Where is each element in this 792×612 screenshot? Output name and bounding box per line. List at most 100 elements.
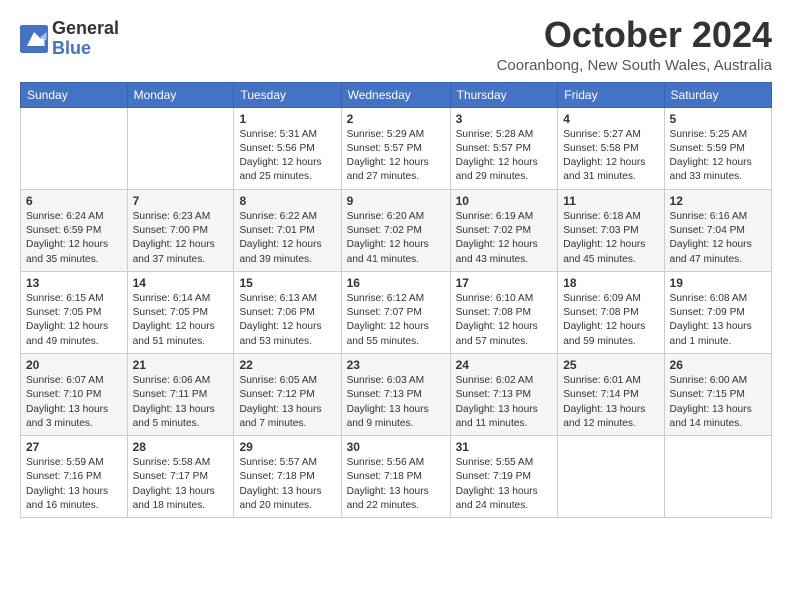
day-detail: Sunrise: 6:02 AM Sunset: 7:13 PM Dayligh… xyxy=(456,374,553,431)
calendar-cell: 27Sunrise: 5:59 AM Sunset: 7:16 PM Dayli… xyxy=(21,436,128,518)
month-title: October 2024 xyxy=(497,15,772,55)
day-number: 19 xyxy=(670,276,766,290)
day-detail: Sunrise: 6:03 AM Sunset: 7:13 PM Dayligh… xyxy=(347,374,445,431)
calendar-table: Sunday Monday Tuesday Wednesday Thursday… xyxy=(20,82,772,519)
week-row-2: 6 Sunrise: 6:24 AM Sunset: 6:59 PM Daylig… xyxy=(21,189,772,271)
logo-text: General Blue xyxy=(52,19,119,59)
col-saturday: Saturday xyxy=(664,82,771,107)
day-detail: Sunrise: 6:23 AM Sunset: 7:00 PM Dayligh… xyxy=(133,210,229,267)
calendar-cell: 11Sunrise: 6:18 AM Sunset: 7:03 PM Dayli… xyxy=(558,189,664,271)
logo: General Blue xyxy=(20,19,119,59)
calendar-cell: 28 Sunrise: 5:58 AM Sunset: 7:17 PM Dayli… xyxy=(127,436,234,518)
day-number: 4 xyxy=(563,112,658,126)
day-detail: Sunrise: 6:16 AM Sunset: 7:04 PM Dayligh… xyxy=(670,210,766,267)
calendar-cell: 24 Sunrise: 6:02 AM Sunset: 7:13 PM Dayli… xyxy=(450,353,558,435)
calendar-cell: 20 Sunrise: 6:07 AM Sunset: 7:10 PM Dayli… xyxy=(21,353,128,435)
day-number: 30 xyxy=(347,440,445,454)
day-detail: Sunrise: 5:57 AM Sunset: 7:18 PM Dayligh… xyxy=(239,456,335,513)
day-detail: Sunrise: 5:27 AM Sunset: 5:58 PM Dayligh… xyxy=(563,128,658,185)
col-friday: Friday xyxy=(558,82,664,107)
day-number: 29 xyxy=(239,440,335,454)
day-number: 3 xyxy=(456,112,553,126)
day-detail: Sunrise: 6:15 AM Sunset: 7:05 PM Dayligh… xyxy=(26,292,122,349)
day-number: 1 xyxy=(239,112,335,126)
col-thursday: Thursday xyxy=(450,82,558,107)
calendar-cell: 12 Sunrise: 6:16 AM Sunset: 7:04 PM Dayli… xyxy=(664,189,771,271)
title-area: October 2024 Cooranbong, New South Wales… xyxy=(497,15,772,74)
col-monday: Monday xyxy=(127,82,234,107)
day-detail: Sunrise: 6:22 AM Sunset: 7:01 PM Dayligh… xyxy=(239,210,335,267)
calendar-cell: 10 Sunrise: 6:19 AM Sunset: 7:02 PM Dayli… xyxy=(450,189,558,271)
calendar-cell: 23 Sunrise: 6:03 AM Sunset: 7:13 PM Dayli… xyxy=(341,353,450,435)
col-wednesday: Wednesday xyxy=(341,82,450,107)
day-detail: Sunrise: 6:14 AM Sunset: 7:05 PM Dayligh… xyxy=(133,292,229,349)
day-detail: Sunrise: 5:29 AM Sunset: 5:57 PM Dayligh… xyxy=(347,128,445,185)
calendar-cell: 29 Sunrise: 5:57 AM Sunset: 7:18 PM Dayli… xyxy=(234,436,341,518)
calendar-cell: 1 Sunrise: 5:31 AM Sunset: 5:56 PM Daylig… xyxy=(234,107,341,189)
calendar-cell: 26 Sunrise: 6:00 AM Sunset: 7:15 PM Dayli… xyxy=(664,353,771,435)
day-number: 13 xyxy=(26,276,122,290)
calendar-cell xyxy=(127,107,234,189)
day-detail: Sunrise: 6:20 AM Sunset: 7:02 PM Dayligh… xyxy=(347,210,445,267)
day-number: 25 xyxy=(563,358,658,372)
day-detail: Sunrise: 5:56 AM Sunset: 7:18 PM Dayligh… xyxy=(347,456,445,513)
day-detail: Sunrise: 5:55 AM Sunset: 7:19 PM Dayligh… xyxy=(456,456,553,513)
calendar-cell: 6 Sunrise: 6:24 AM Sunset: 6:59 PM Daylig… xyxy=(21,189,128,271)
calendar-cell: 31Sunrise: 5:55 AM Sunset: 7:19 PM Dayli… xyxy=(450,436,558,518)
calendar-cell: 5 Sunrise: 5:25 AM Sunset: 5:59 PM Daylig… xyxy=(664,107,771,189)
day-number: 15 xyxy=(239,276,335,290)
calendar-cell: 3Sunrise: 5:28 AM Sunset: 5:57 PM Daylig… xyxy=(450,107,558,189)
calendar-cell: 18 Sunrise: 6:09 AM Sunset: 7:08 PM Dayli… xyxy=(558,271,664,353)
day-detail: Sunrise: 6:19 AM Sunset: 7:02 PM Dayligh… xyxy=(456,210,553,267)
calendar-cell: 2 Sunrise: 5:29 AM Sunset: 5:57 PM Daylig… xyxy=(341,107,450,189)
day-number: 5 xyxy=(670,112,766,126)
calendar-cell: 22Sunrise: 6:05 AM Sunset: 7:12 PM Dayli… xyxy=(234,353,341,435)
day-detail: Sunrise: 6:07 AM Sunset: 7:10 PM Dayligh… xyxy=(26,374,122,431)
calendar-cell: 8 Sunrise: 6:22 AM Sunset: 7:01 PM Daylig… xyxy=(234,189,341,271)
day-number: 16 xyxy=(347,276,445,290)
day-detail: Sunrise: 6:09 AM Sunset: 7:08 PM Dayligh… xyxy=(563,292,658,349)
day-number: 10 xyxy=(456,194,553,208)
logo-icon xyxy=(20,25,48,53)
day-number: 23 xyxy=(347,358,445,372)
calendar-cell xyxy=(21,107,128,189)
calendar-cell xyxy=(558,436,664,518)
day-detail: Sunrise: 5:59 AM Sunset: 7:16 PM Dayligh… xyxy=(26,456,122,513)
day-detail: Sunrise: 6:00 AM Sunset: 7:15 PM Dayligh… xyxy=(670,374,766,431)
day-detail: Sunrise: 6:06 AM Sunset: 7:11 PM Dayligh… xyxy=(133,374,229,431)
day-number: 11 xyxy=(563,194,658,208)
week-row-5: 27Sunrise: 5:59 AM Sunset: 7:16 PM Dayli… xyxy=(21,436,772,518)
day-detail: Sunrise: 6:12 AM Sunset: 7:07 PM Dayligh… xyxy=(347,292,445,349)
day-detail: Sunrise: 5:25 AM Sunset: 5:59 PM Dayligh… xyxy=(670,128,766,185)
day-number: 18 xyxy=(563,276,658,290)
day-number: 28 xyxy=(133,440,229,454)
calendar-cell: 9Sunrise: 6:20 AM Sunset: 7:02 PM Daylig… xyxy=(341,189,450,271)
page: General Blue October 2024 Cooranbong, Ne… xyxy=(0,0,792,528)
location-subtitle: Cooranbong, New South Wales, Australia xyxy=(497,57,772,74)
day-detail: Sunrise: 6:24 AM Sunset: 6:59 PM Dayligh… xyxy=(26,210,122,267)
day-detail: Sunrise: 5:58 AM Sunset: 7:17 PM Dayligh… xyxy=(133,456,229,513)
day-detail: Sunrise: 6:08 AM Sunset: 7:09 PM Dayligh… xyxy=(670,292,766,349)
week-row-3: 13 Sunrise: 6:15 AM Sunset: 7:05 PM Dayli… xyxy=(21,271,772,353)
calendar-cell: 7Sunrise: 6:23 AM Sunset: 7:00 PM Daylig… xyxy=(127,189,234,271)
day-number: 8 xyxy=(239,194,335,208)
calendar-cell: 19 Sunrise: 6:08 AM Sunset: 7:09 PM Dayli… xyxy=(664,271,771,353)
calendar-cell xyxy=(664,436,771,518)
day-number: 24 xyxy=(456,358,553,372)
week-row-1: 1 Sunrise: 5:31 AM Sunset: 5:56 PM Daylig… xyxy=(21,107,772,189)
calendar-cell: 14Sunrise: 6:14 AM Sunset: 7:05 PM Dayli… xyxy=(127,271,234,353)
day-number: 20 xyxy=(26,358,122,372)
col-sunday: Sunday xyxy=(21,82,128,107)
day-number: 21 xyxy=(133,358,229,372)
day-number: 22 xyxy=(239,358,335,372)
day-detail: Sunrise: 5:31 AM Sunset: 5:56 PM Dayligh… xyxy=(239,128,335,185)
day-detail: Sunrise: 6:01 AM Sunset: 7:14 PM Dayligh… xyxy=(563,374,658,431)
calendar-cell: 21 Sunrise: 6:06 AM Sunset: 7:11 PM Dayli… xyxy=(127,353,234,435)
calendar-header-row: Sunday Monday Tuesday Wednesday Thursday… xyxy=(21,82,772,107)
day-number: 6 xyxy=(26,194,122,208)
day-number: 26 xyxy=(670,358,766,372)
calendar-cell: 25 Sunrise: 6:01 AM Sunset: 7:14 PM Dayli… xyxy=(558,353,664,435)
calendar-cell: 17Sunrise: 6:10 AM Sunset: 7:08 PM Dayli… xyxy=(450,271,558,353)
day-number: 12 xyxy=(670,194,766,208)
day-number: 2 xyxy=(347,112,445,126)
